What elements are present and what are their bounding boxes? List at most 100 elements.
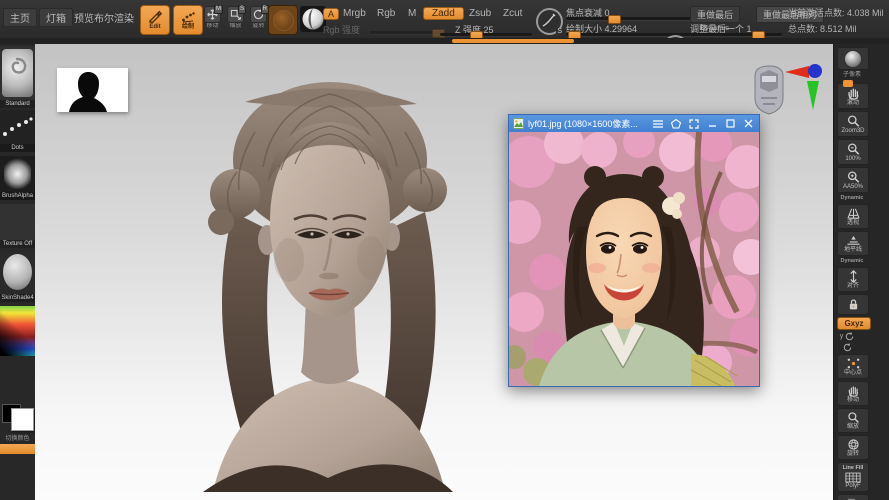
reference-photo — [509, 132, 759, 386]
zbrush-app: 主页 灯箱 预览布尔渲染 Edit 绘制 M 移动 — [0, 0, 889, 500]
actual-size-label: 100% — [845, 156, 860, 163]
draw-button[interactable]: 绘制 — [173, 5, 203, 35]
rgb-button[interactable]: Rgb — [374, 8, 398, 19]
spin-mini-button[interactable] — [837, 343, 857, 352]
spin-mini-icon — [843, 343, 852, 352]
x-axis-cone — [785, 66, 809, 78]
viewer-title: lyf01.jpg (1080×1600像素... — [528, 117, 647, 130]
stroke-picker[interactable]: Dots — [0, 110, 35, 152]
bust-silhouette-icon — [57, 68, 128, 112]
document-thumbnail — [57, 68, 128, 112]
rotate-button[interactable]: R 旋转 — [248, 6, 269, 33]
draw-dots-icon — [181, 11, 195, 23]
y-axis-mini-button[interactable]: y — [837, 332, 857, 341]
local-center-button[interactable]: 中心点 — [837, 354, 869, 379]
pencil-icon — [148, 10, 162, 23]
floor-button[interactable]: 地平线 — [837, 231, 869, 256]
move-icon: M — [204, 6, 221, 23]
z-intensity-slider[interactable] — [440, 33, 532, 36]
alpha-picker[interactable]: BrushAlpha — [0, 156, 35, 200]
magnifier-icon — [846, 142, 861, 156]
scroll-button[interactable]: 滚动 — [837, 83, 869, 109]
gxyz-button[interactable]: Gxyz — [837, 317, 871, 330]
alpha-thumbnail-icon — [4, 158, 31, 190]
canvas-zoom-button[interactable]: 缩放 — [837, 408, 869, 433]
y-axis-label: y — [840, 333, 844, 340]
center-point-icon — [846, 357, 861, 370]
grab-hand-icon — [846, 384, 861, 397]
right-shelf: 子像素 滚动 Zoom3D 100% AA50% — [833, 44, 889, 500]
align-button[interactable]: 对齐 — [837, 267, 869, 292]
scale-badge: S — [238, 5, 246, 14]
texture-slot-button[interactable] — [268, 5, 298, 35]
lightbox-button[interactable]: 灯箱 — [39, 8, 73, 27]
image-file-icon — [513, 118, 524, 129]
viewer-close-button[interactable] — [741, 117, 755, 130]
stroke-badge: S — [556, 28, 563, 35]
viewer-maximize-button[interactable] — [723, 117, 737, 130]
polyframe-button[interactable]: Line Fill PolyF — [837, 462, 869, 492]
texture-picker[interactable]: Texture Off — [0, 204, 35, 248]
channel-a-button[interactable]: A — [323, 8, 339, 20]
brush-thumbnail-icon — [2, 49, 33, 97]
zadd-button[interactable]: Zadd — [423, 7, 464, 20]
color-picker[interactable] — [0, 306, 35, 356]
rotate-label: 旋转 — [252, 23, 264, 30]
orientation-gizmo[interactable] — [747, 58, 829, 122]
material-picker[interactable]: SkinShade4 — [0, 252, 35, 302]
doc-zoom-indicator[interactable] — [452, 39, 574, 43]
zcut-button[interactable]: Zcut — [500, 8, 525, 19]
lock-symmetry-button[interactable] — [837, 294, 869, 315]
zoom3d-button[interactable]: Zoom3D — [837, 111, 869, 137]
viewer-titlebar[interactable]: lyf01.jpg (1080×1600像素... — [509, 115, 759, 132]
stroke-settings-icon[interactable]: S — [536, 8, 563, 35]
perspective-grid-icon — [846, 207, 861, 220]
main-color-swatch[interactable] — [11, 408, 34, 431]
scroll-label: 滚动 — [847, 100, 859, 107]
canvas-rotate-label: 旋转 — [847, 451, 859, 458]
menu-home[interactable]: 主页 — [3, 8, 37, 27]
draw-button-label: 绘制 — [182, 24, 194, 30]
spix-knob[interactable] — [843, 80, 853, 87]
brush-picker[interactable]: Standard — [0, 46, 35, 108]
zsub-button[interactable]: Zsub — [466, 8, 494, 19]
perspective-button[interactable]: 透视 — [837, 204, 869, 229]
floor-label: 地平线 — [844, 247, 862, 254]
viewer-minimize-button[interactable] — [705, 117, 719, 130]
aahalf-button[interactable]: AA50% — [837, 167, 869, 193]
viewer-favorite-button[interactable] — [669, 117, 683, 130]
rgb-intensity-slider[interactable] — [370, 31, 445, 34]
scale-icon: S — [227, 6, 244, 23]
active-points-stat: 当前激活点数: 4.038 Mil — [788, 6, 884, 19]
actual-size-button[interactable]: 100% — [837, 139, 869, 165]
move-label: 移动 — [206, 23, 218, 30]
adjust-last-slider[interactable] — [690, 33, 782, 36]
m-button[interactable]: M — [405, 8, 419, 19]
align-label: 对齐 — [847, 283, 859, 290]
linefill-label: Line Fill — [843, 465, 864, 472]
sculpt-canvas[interactable]: lyf01.jpg (1080×1600像素... — [35, 44, 833, 500]
dynamic-persp-label: Dynamic — [837, 195, 867, 202]
mrgb-button[interactable]: Mrgb — [340, 8, 369, 19]
preview-boolean-button[interactable]: 预览布尔渲染 — [74, 10, 134, 25]
image-viewer-window[interactable]: lyf01.jpg (1080×1600像素... — [508, 114, 760, 387]
viewer-menu-button[interactable] — [651, 117, 665, 130]
canvas-rotate-button[interactable]: 旋转 — [837, 435, 869, 460]
transparency-button[interactable]: 透明 — [837, 494, 869, 500]
bpr-render-button[interactable] — [837, 47, 869, 70]
canvas-zoom-label: 缩放 — [847, 424, 859, 431]
replay-last-button[interactable]: 重做最后 — [690, 6, 740, 23]
move-button[interactable]: M 移动 — [202, 6, 223, 33]
dynamic-local-label: Dynamic — [837, 258, 867, 265]
render-sphere-icon — [843, 50, 863, 68]
canvas-move-button[interactable]: 移动 — [837, 381, 869, 406]
aahalf-label: AA50% — [843, 184, 863, 191]
edit-button-label: Edit — [149, 24, 160, 30]
polyframe-label: PolyF — [845, 483, 860, 490]
scale-button[interactable]: S 缩放 — [225, 6, 246, 33]
sculpted-head-model[interactable] — [185, 72, 470, 492]
gradient-color-bar[interactable] — [0, 444, 35, 454]
viewer-fullscreen-button[interactable] — [687, 117, 701, 130]
edit-button[interactable]: Edit — [140, 5, 170, 35]
magnifier-icon — [846, 411, 861, 424]
